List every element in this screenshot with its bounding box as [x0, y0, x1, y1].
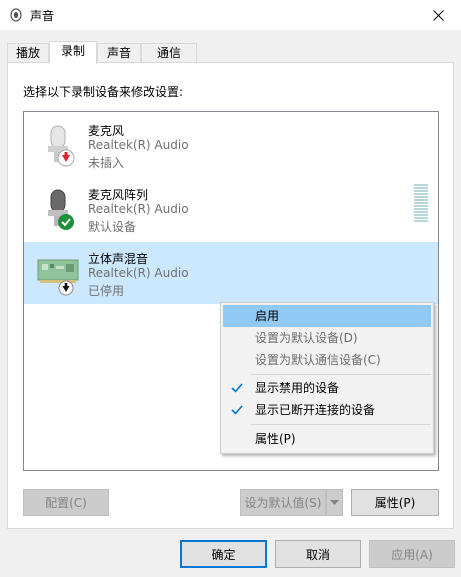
ok-button[interactable]: 确定 [180, 540, 267, 568]
list-item-stereo-mix[interactable]: 立体声混音 Realtek(R) Audio 已停用 [24, 242, 438, 304]
tab-sounds[interactable]: 声音 [97, 43, 141, 63]
checkmark-icon [231, 383, 243, 393]
set-default-dropdown-button[interactable] [326, 489, 343, 516]
device-status: 未插入 [88, 156, 125, 170]
device-driver: Realtek(R) Audio [88, 138, 189, 152]
device-name: 麦克风阵列 [88, 188, 149, 202]
device-status: 已停用 [88, 284, 125, 298]
context-menu: 启用 设置为默认设备(D) 设置为默认通信设备(C) 显示禁用的设备 显示已断开… [220, 302, 434, 454]
menu-item-enable[interactable]: 启用 [223, 305, 431, 327]
menu-separator [251, 424, 431, 425]
properties-button[interactable]: 属性(P) [351, 489, 439, 516]
device-status: 默认设备 [88, 220, 137, 234]
list-item-microphone[interactable]: 麦克风 Realtek(R) Audio 未插入 [24, 114, 438, 176]
menu-item-label: 显示已断开连接的设备 [255, 403, 376, 417]
menu-item-set-default[interactable]: 设置为默认设备(D) [223, 327, 431, 349]
recording-panel: 选择以下录制设备来修改设置: 麦克风 Realtek(R) Audio 未插入 [7, 62, 454, 529]
close-button[interactable] [415, 0, 461, 30]
device-driver: Realtek(R) Audio [88, 202, 189, 216]
microphone-icon [48, 125, 75, 167]
close-icon [432, 9, 444, 21]
checkmark-icon [231, 405, 243, 415]
tab-recording[interactable]: 录制 [49, 41, 97, 64]
cancel-button[interactable]: 取消 [275, 540, 361, 568]
speaker-icon [10, 8, 22, 22]
tab-playback[interactable]: 播放 [7, 43, 49, 63]
tab-communications[interactable]: 通信 [141, 43, 197, 63]
microphone-array-icon [48, 189, 74, 230]
sound-card-icon [37, 259, 79, 296]
instruction-text: 选择以下录制设备来修改设置: [23, 85, 184, 99]
menu-item-show-disconnected[interactable]: 显示已断开连接的设备 [223, 399, 431, 421]
apply-button[interactable]: 应用(A) [369, 540, 455, 568]
title-bar: 声音 [0, 0, 461, 30]
device-name: 麦克风 [88, 124, 125, 138]
menu-item-label: 显示禁用的设备 [255, 381, 340, 395]
device-driver: Realtek(R) Audio [88, 266, 189, 280]
level-meter [414, 184, 428, 224]
menu-separator [251, 374, 431, 375]
set-default-button[interactable]: 设为默认值(S) [240, 489, 326, 516]
menu-item-show-disabled[interactable]: 显示禁用的设备 [223, 377, 431, 399]
menu-item-set-default-comm[interactable]: 设置为默认通信设备(C) [223, 349, 431, 371]
configure-button[interactable]: 配置(C) [23, 489, 109, 516]
device-name: 立体声混音 [88, 252, 149, 266]
list-item-microphone-array[interactable]: 麦克风阵列 Realtek(R) Audio 默认设备 [24, 178, 438, 240]
chevron-down-icon [330, 499, 339, 505]
green-check-icon [58, 214, 74, 230]
window-title: 声音 [30, 9, 55, 23]
menu-item-properties[interactable]: 属性(P) [223, 428, 431, 450]
